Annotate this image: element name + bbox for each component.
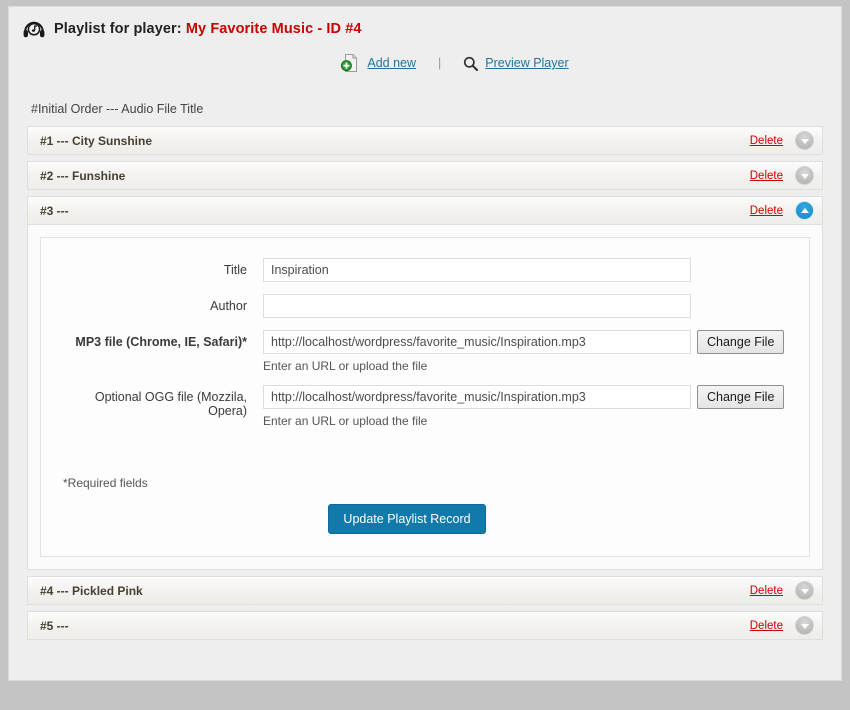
- playlist-row-actions: Delete: [750, 197, 814, 224]
- add-new-link[interactable]: Add new: [367, 56, 416, 70]
- mp3-field-wrap: Change File Enter an URL or upload the f…: [263, 330, 785, 373]
- preview-player-button[interactable]: Preview Player: [463, 56, 569, 71]
- ogg-change-file-button[interactable]: Change File: [697, 385, 785, 409]
- ogg-field-wrap: Change File Enter an URL or upload the f…: [263, 385, 785, 428]
- page-title-text: Playlist for player: My Favorite Music -…: [54, 21, 362, 37]
- submit-bar: Update Playlist Record: [63, 504, 781, 534]
- playlist-row-actions: Delete: [750, 577, 814, 604]
- mp3-field-line: Change File: [263, 330, 785, 354]
- playlist-edit-form: Title Author: [40, 237, 810, 557]
- headphones-music-icon: [23, 20, 45, 38]
- author-input[interactable]: [263, 294, 691, 318]
- delete-link[interactable]: Delete: [750, 170, 783, 182]
- delete-link[interactable]: Delete: [750, 135, 783, 147]
- page-title-accent: My Favorite Music - ID #4: [185, 21, 362, 37]
- form-row-mp3: MP3 file (Chrome, IE, Safari)* Change Fi…: [63, 330, 785, 373]
- form-row-title: Title: [63, 258, 781, 282]
- form-row-ogg: Optional OGG file (Mozzila, Opera) Chang…: [63, 385, 785, 428]
- list-legend: #Initial Order --- Audio File Title: [31, 102, 204, 116]
- title-field-wrap: [263, 258, 781, 282]
- playlist-row-label: #5 ---: [40, 618, 69, 633]
- author-label: Author: [210, 299, 247, 313]
- ogg-label: Optional OGG file (Mozzila, Opera): [94, 390, 247, 418]
- delete-link[interactable]: Delete: [750, 620, 783, 632]
- search-magnifier-icon: [463, 56, 479, 71]
- title-field-line: [263, 258, 781, 282]
- playlist-row-actions: Delete: [750, 162, 814, 189]
- chevron-down-icon[interactable]: [795, 166, 814, 185]
- playlist-row-3[interactable]: #3 --- Delete: [27, 196, 823, 225]
- chevron-down-icon[interactable]: [795, 581, 814, 600]
- toolbar: Add new | Preview Player: [9, 54, 841, 72]
- admin-panel: Playlist for player: My Favorite Music -…: [8, 6, 842, 681]
- delete-link[interactable]: Delete: [750, 585, 783, 597]
- author-field-line: [263, 294, 781, 318]
- page-title-prefix: Playlist for player:: [54, 21, 186, 37]
- delete-link[interactable]: Delete: [750, 205, 783, 217]
- playlist-row-label: #4 --- Pickled Pink: [40, 583, 143, 598]
- add-new-button[interactable]: Add new: [341, 54, 416, 72]
- playlist-row-5[interactable]: #5 --- Delete: [27, 611, 823, 640]
- playlist-row-label: #2 --- Funshine: [40, 168, 126, 183]
- playlist-row-label: #1 --- City Sunshine: [40, 133, 153, 148]
- playlist-row-4[interactable]: #4 --- Pickled Pink Delete: [27, 576, 823, 605]
- update-playlist-record-button[interactable]: Update Playlist Record: [328, 504, 486, 534]
- mp3-label: MP3 file (Chrome, IE, Safari)*: [75, 335, 247, 349]
- mp3-change-file-button[interactable]: Change File: [697, 330, 785, 354]
- form-row-author: Author: [63, 294, 781, 318]
- author-field-wrap: [263, 294, 781, 318]
- chevron-down-icon[interactable]: [795, 616, 814, 635]
- chevron-up-icon[interactable]: [795, 201, 814, 220]
- mp3-url-input[interactable]: [263, 330, 691, 354]
- preview-player-link[interactable]: Preview Player: [485, 56, 568, 70]
- playlist-detail-panel: Title Author: [27, 225, 823, 570]
- page-title: Playlist for player: My Favorite Music -…: [9, 7, 841, 38]
- required-fields-note: *Required fields: [63, 476, 148, 490]
- playlist-row-1[interactable]: #1 --- City Sunshine Delete: [27, 126, 823, 155]
- list-item: #3 --- Delete Title Inspiration Author M…: [27, 196, 823, 570]
- playlist-row-actions: Delete: [750, 127, 814, 154]
- add-circle-page-icon: [341, 54, 358, 72]
- chevron-down-icon[interactable]: [795, 131, 814, 150]
- playlist-row-label: #3 ---: [40, 203, 69, 218]
- ogg-field-line: Change File: [263, 385, 785, 409]
- ogg-hint: Enter an URL or upload the file: [263, 414, 428, 428]
- toolbar-separator: |: [438, 56, 442, 70]
- title-input[interactable]: [263, 258, 691, 282]
- list-item: #2 --- Funshine Delete: [27, 161, 823, 190]
- playlist-rows: #1 --- City Sunshine Delete #2 --- Funsh…: [27, 126, 823, 640]
- list-item: #4 --- Pickled Pink Delete: [27, 576, 823, 605]
- list-item: #5 --- Delete: [27, 611, 823, 640]
- ogg-url-input[interactable]: [263, 385, 691, 409]
- title-label: Title: [223, 263, 247, 277]
- mp3-hint: Enter an URL or upload the file: [263, 359, 428, 373]
- playlist-row-actions: Delete: [750, 612, 814, 639]
- playlist-row-2[interactable]: #2 --- Funshine Delete: [27, 161, 823, 190]
- list-item: #1 --- City Sunshine Delete: [27, 126, 823, 155]
